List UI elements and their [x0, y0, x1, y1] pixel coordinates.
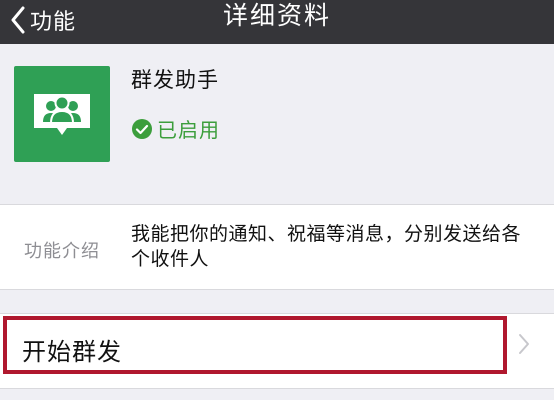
profile-header: 群发助手 已启用	[0, 44, 554, 194]
page-title: 详细资料	[222, 1, 331, 30]
feature-intro-row: 功能介绍 我能把你的通知、祝福等消息，分别发送给各个收件人	[0, 204, 554, 290]
intro-label: 功能介绍	[24, 241, 100, 262]
navigation-bar: 功能 详细资料	[0, 0, 554, 44]
status-text: 已启用	[157, 118, 220, 142]
intro-description: 我能把你的通知、祝福等消息，分别发送给各个收件人	[131, 223, 522, 270]
group-people-icon	[34, 94, 90, 135]
status-indicator: 已启用	[131, 114, 220, 143]
avatar	[14, 66, 110, 162]
chevron-right-icon	[519, 334, 529, 354]
start-broadcast-button[interactable]: 开始群发	[22, 332, 122, 367]
check-circle-icon	[132, 118, 152, 139]
contact-name: 群发助手	[131, 68, 219, 92]
